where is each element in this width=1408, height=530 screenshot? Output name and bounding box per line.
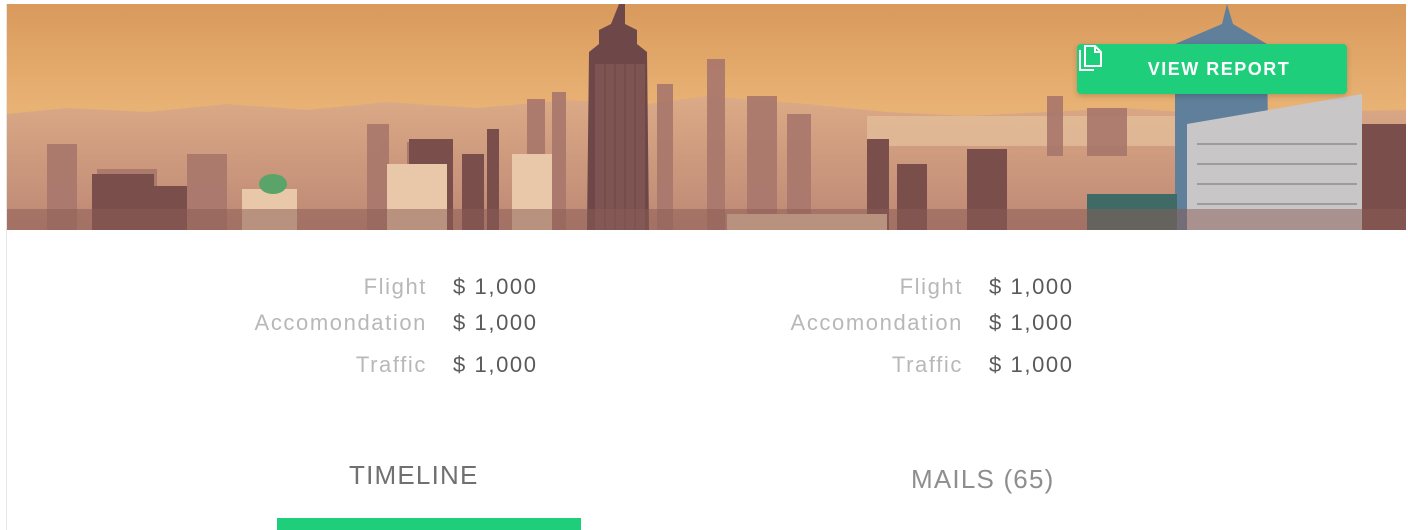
view-report-label: VIEW REPORT bbox=[1147, 58, 1291, 79]
cost-label: Accomondation bbox=[790, 310, 963, 335]
cost-row: Accomondation $ 1,000 bbox=[543, 310, 1072, 340]
cost-row: Flight $ 1,000 bbox=[543, 274, 1072, 304]
cost-row: Traffic $ 1,000 bbox=[7, 352, 536, 382]
trip-card: VIEW REPORT Flight $ 1,000 Accomondation… bbox=[6, 4, 1406, 530]
cost-row: Accomondation $ 1,000 bbox=[7, 310, 536, 340]
cost-label: Flight bbox=[899, 274, 963, 299]
cost-value: $ 1,000 bbox=[453, 352, 538, 377]
cost-value: $ 1,000 bbox=[989, 274, 1074, 299]
cost-label: Flight bbox=[363, 274, 427, 299]
cost-label: Traffic bbox=[355, 352, 427, 377]
tab-mails[interactable]: MAILS (65) bbox=[911, 464, 1055, 495]
tab-timeline[interactable]: TIMELINE bbox=[349, 460, 479, 491]
cost-value: $ 1,000 bbox=[989, 352, 1074, 377]
hero-skyline-image: VIEW REPORT bbox=[7, 4, 1406, 230]
cost-value: $ 1,000 bbox=[989, 310, 1074, 335]
cost-label: Traffic bbox=[891, 352, 963, 377]
cost-row: Flight $ 1,000 bbox=[7, 274, 536, 304]
cost-label: Accomondation bbox=[254, 310, 427, 335]
active-tab-indicator bbox=[277, 518, 581, 530]
cost-value: $ 1,000 bbox=[453, 310, 538, 335]
view-report-button[interactable]: VIEW REPORT bbox=[1077, 44, 1347, 94]
cost-value: $ 1,000 bbox=[453, 274, 538, 299]
skyline-illustration bbox=[7, 4, 1406, 230]
cost-row: Traffic $ 1,000 bbox=[543, 352, 1072, 382]
